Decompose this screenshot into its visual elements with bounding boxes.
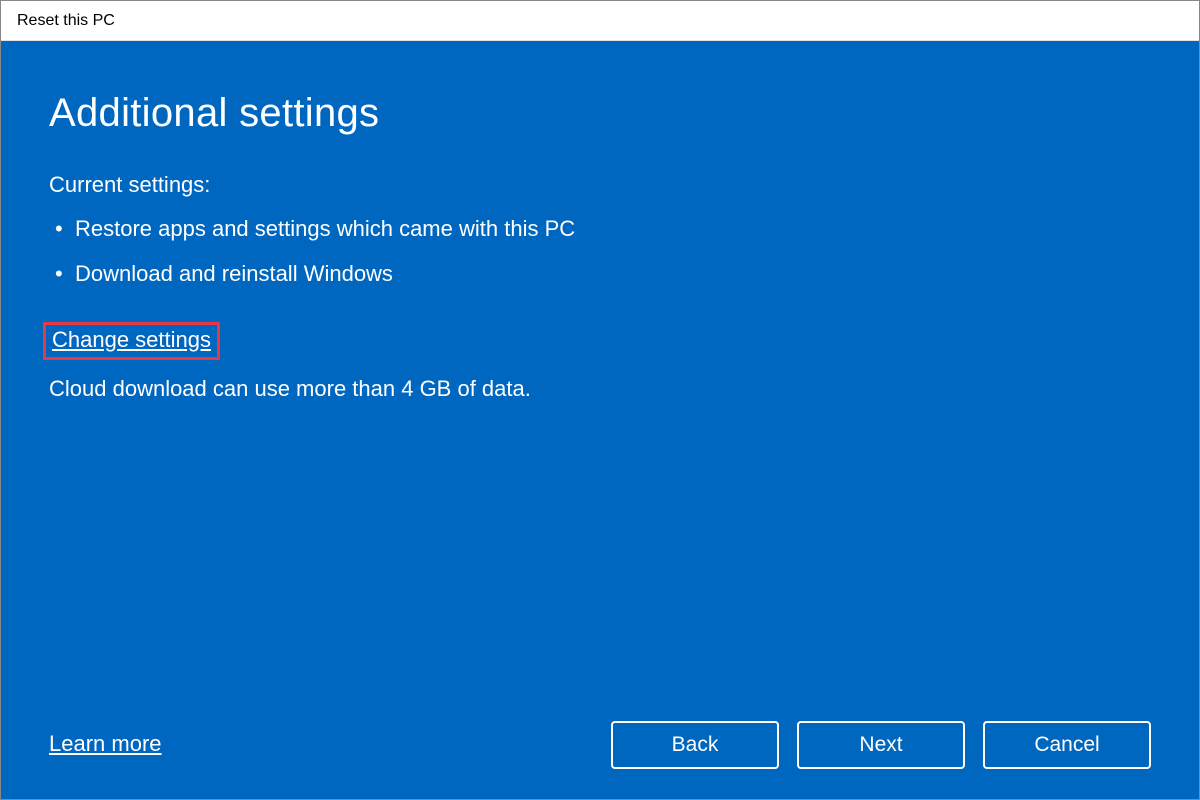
window-title: Reset this PC [17,12,115,30]
titlebar: Reset this PC [1,1,1199,41]
cloud-download-note: Cloud download can use more than 4 GB of… [49,376,1151,402]
highlight-annotation: Change settings [43,322,220,360]
next-button[interactable]: Next [797,721,965,769]
current-settings-list: Restore apps and settings which came wit… [49,214,1151,304]
cancel-button[interactable]: Cancel [983,721,1151,769]
reset-pc-dialog: Reset this PC Additional settings Curren… [0,0,1200,800]
page-heading: Additional settings [49,91,1151,136]
back-button[interactable]: Back [611,721,779,769]
dialog-content: Additional settings Current settings: Re… [1,41,1199,799]
dialog-footer: Learn more Back Next Cancel [49,701,1151,769]
list-item: Restore apps and settings which came wit… [49,214,1151,245]
change-settings-link[interactable]: Change settings [52,327,211,353]
learn-more-link[interactable]: Learn more [49,731,162,757]
current-settings-label: Current settings: [49,172,1151,198]
list-item: Download and reinstall Windows [49,259,1151,290]
button-row: Back Next Cancel [611,721,1151,769]
